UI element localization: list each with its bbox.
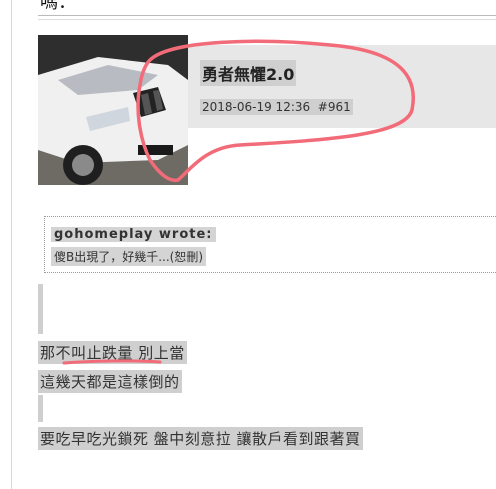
previous-post-text: 嗎： [40,0,76,13]
user-avatar[interactable] [38,35,188,185]
post-meta: 2018-06-19 12:36 #961 [200,99,353,115]
post-date: 2018-06-19 12:36 [202,100,311,114]
post-body-line-2: 這幾天都是這樣倒的 [38,370,182,393]
quote-text: 傻B出現了，好幾千...(恕刪) [51,247,207,266]
quote-author: gohomeplay wrote: [51,227,216,242]
post-divider-secondary [38,19,496,20]
selection-gap [38,284,43,334]
post-username[interactable]: 勇者無懼2.0 [200,60,297,86]
page-left-border [11,0,12,489]
post-number[interactable]: #961 [318,100,351,114]
post-body-line-3: 要吃早吃光鎖死 盤中刻意拉 讓散戶看到跟著買 [38,427,363,450]
avatar-car-photo [38,35,188,185]
post-divider [38,15,496,16]
post-info-panel [188,45,496,128]
selection-gap [38,395,43,422]
post-body-line-1: 那不叫止跌量 別上當 [38,341,187,364]
